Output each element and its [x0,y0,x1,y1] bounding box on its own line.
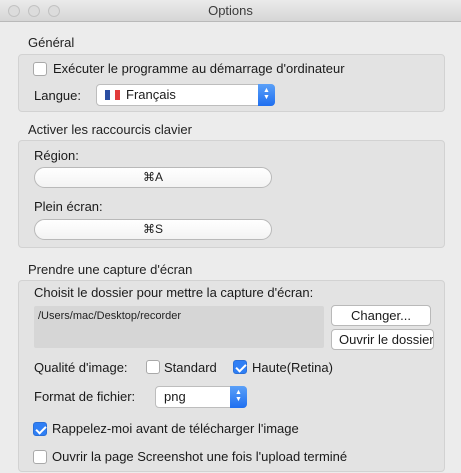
general-section-title: Général [28,35,75,50]
change-folder-button[interactable]: Changer... [331,305,431,326]
format-value: png [164,389,186,404]
zoom-window-icon[interactable] [48,5,60,17]
quality-high-checkbox[interactable] [233,360,247,374]
fullscreen-label: Plein écran: [34,199,103,214]
format-label: Format de fichier: [34,389,136,404]
startup-checkbox[interactable] [33,62,47,76]
quality-high-label: Haute(Retina) [252,360,333,375]
startup-label: Exécuter le programme au démarrage d'ord… [53,61,345,76]
format-popup[interactable]: png ▲ ▼ [155,386,247,408]
shortcuts-section-title: Activer les raccourcis clavier [28,122,192,137]
window-title: Options [208,3,253,18]
close-window-icon[interactable] [8,5,20,17]
region-label: Région: [34,148,79,163]
fullscreen-shortcut-field[interactable]: ⌘S [34,219,272,240]
chevron-updown-icon: ▲ ▼ [258,84,275,106]
capture-section-title: Prendre une capture d'écran [28,262,193,277]
remind-label: Rappelez-moi avant de télécharger l'imag… [52,421,299,436]
open-page-label: Ouvrir la page Screenshot une fois l'upl… [52,449,348,464]
folder-label: Choisit le dossier pour mettre la captur… [34,285,314,300]
region-shortcut-field[interactable]: ⌘A [34,167,272,188]
open-page-checkbox[interactable] [33,450,47,464]
french-flag-icon [105,90,120,100]
language-popup[interactable]: Français ▲ ▼ [96,84,275,106]
minimize-window-icon[interactable] [28,5,40,17]
quality-standard-label: Standard [164,360,217,375]
chevron-updown-icon: ▲ ▼ [230,386,247,408]
title-bar: Options [0,0,461,22]
language-label: Langue: [34,88,81,103]
language-value: Français [126,87,176,102]
quality-label: Qualité d'image: [34,360,128,375]
quality-standard-checkbox[interactable] [146,360,160,374]
folder-path-field: /Users/mac/Desktop/recorder [34,306,324,348]
open-folder-button[interactable]: Ouvrir le dossier [331,329,434,350]
remind-checkbox[interactable] [33,422,47,436]
